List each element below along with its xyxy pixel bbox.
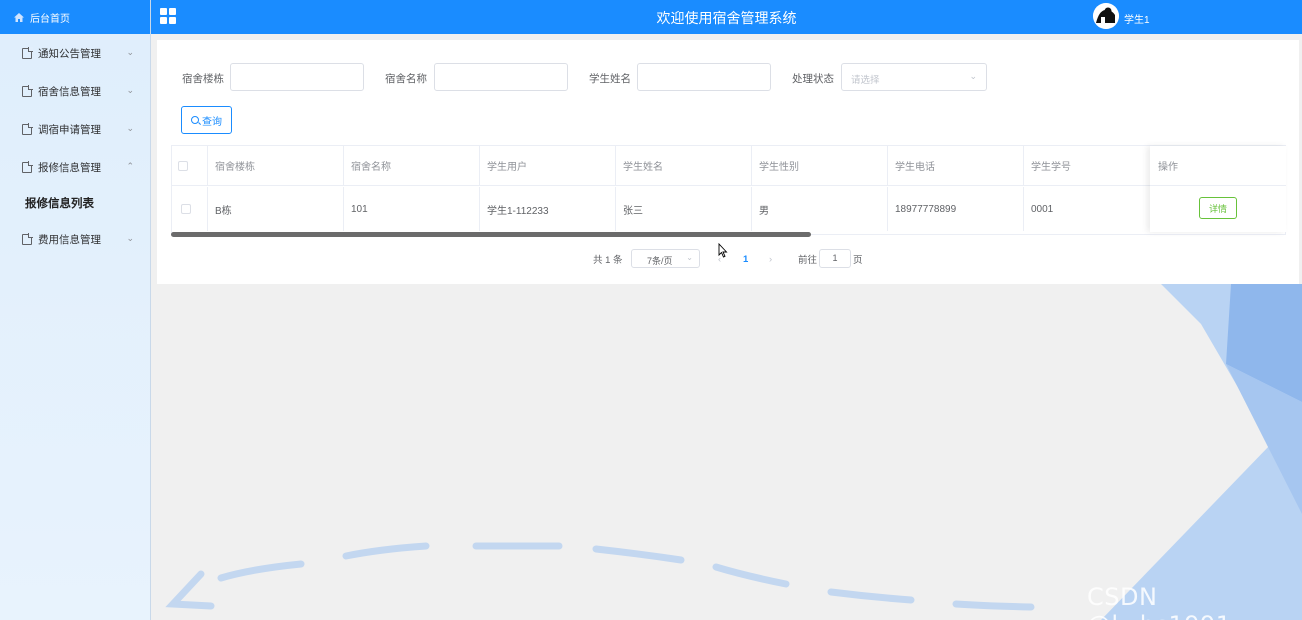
dorm-name-input[interactable] [434, 63, 568, 91]
query-button[interactable]: 查询 [181, 106, 232, 134]
cell-dorm-name: 101 [344, 187, 480, 231]
header-student-user: 学生用户 [480, 146, 616, 185]
chevron-down-icon: ⌄ [126, 123, 134, 133]
header-student-gender: 学生性别 [752, 146, 888, 185]
cell-building: B栋 [208, 187, 344, 231]
next-page-icon[interactable]: › [769, 250, 772, 268]
sidebar-item-repair[interactable]: 报修信息管理 ⌃ [0, 148, 150, 186]
top-header: 欢迎使用宿舍管理系统 学生1 [151, 0, 1302, 34]
goto-page-input[interactable]: 1 [819, 249, 851, 268]
actions-column: 操作 详情 [1150, 146, 1286, 232]
building-input[interactable] [230, 63, 364, 91]
header-student-name: 学生姓名 [616, 146, 752, 185]
table-header: 宿舍楼栋 宿舍名称 学生用户 学生姓名 学生性别 学生电话 学生学号 [172, 146, 1285, 186]
horizontal-scrollbar[interactable] [171, 232, 811, 237]
sidebar-item-label: 调宿申请管理 [38, 123, 101, 136]
detail-button[interactable]: 详情 [1199, 197, 1237, 219]
sidebar-item-transfer[interactable]: 调宿申请管理 ⌄ [0, 110, 150, 148]
avatar[interactable] [1093, 3, 1119, 29]
document-icon [22, 160, 33, 173]
chevron-down-icon: ⌄ [126, 85, 134, 95]
sidebar: 后台首页 通知公告管理 ⌄ 宿舍信息管理 ⌄ 调宿申请管理 ⌄ 报修信息管理 ⌃… [0, 0, 151, 620]
search-icon [191, 116, 199, 124]
page-suffix: 页 [853, 255, 863, 266]
cell-student-phone: 18977778899 [888, 187, 1024, 231]
header-building: 宿舍楼栋 [208, 146, 344, 185]
chevron-up-icon: ⌃ [126, 161, 134, 171]
sidebar-item-dorm[interactable]: 宿舍信息管理 ⌄ [0, 72, 150, 110]
page-size-value: 7条/页 [647, 256, 673, 266]
status-label: 处理状态 [792, 73, 834, 85]
goto-label: 前往 [798, 255, 818, 266]
document-icon [22, 122, 33, 135]
content-panel: 宿舍楼栋 宿舍名称 学生姓名 处理状态 请选择 ⌄ 查询 宿舍楼栋 宿舍名称 学… [157, 40, 1299, 284]
mouse-cursor-icon [718, 243, 728, 258]
status-select[interactable]: 请选择 ⌄ [841, 63, 987, 91]
select-all-checkbox[interactable] [178, 160, 188, 171]
data-table: 宿舍楼栋 宿舍名称 学生用户 学生姓名 学生性别 学生电话 学生学号 B栋 10… [171, 145, 1286, 235]
header-student-phone: 学生电话 [888, 146, 1024, 185]
sidebar-home-label: 后台首页 [30, 13, 70, 25]
chevron-down-icon: ⌄ [969, 71, 977, 81]
user-name[interactable]: 学生1 [1124, 11, 1150, 26]
page-size-select[interactable]: 7条/页 ⌄ [631, 249, 700, 268]
chevron-down-icon: ⌄ [686, 253, 693, 262]
sidebar-item-label: 报修信息管理 [38, 161, 101, 174]
page-number-current[interactable]: 1 [743, 250, 748, 268]
building-label: 宿舍楼栋 [182, 73, 224, 85]
chevron-down-icon: ⌄ [126, 233, 134, 243]
pagination-total: 共 1 条 [593, 255, 623, 266]
dorm-name-label: 宿舍名称 [385, 73, 427, 85]
status-placeholder: 请选择 [851, 75, 880, 86]
header-dorm-name: 宿舍名称 [344, 146, 480, 185]
cell-student-gender: 男 [752, 187, 888, 231]
query-button-label: 查询 [202, 116, 222, 128]
header-actions: 操作 [1150, 146, 1286, 186]
sidebar-subitem-repair-list[interactable]: 报修信息列表 [0, 186, 150, 220]
select-all-checkbox-cell [172, 146, 208, 185]
cell-student-user: 学生1-112233 [480, 187, 616, 231]
row-checkbox[interactable] [181, 204, 191, 214]
home-icon [14, 12, 24, 22]
cell-student-name: 张三 [616, 187, 752, 231]
table-row: B栋 101 学生1-112233 张三 男 18977778899 0001 [172, 187, 1285, 231]
chevron-down-icon: ⌄ [126, 47, 134, 57]
document-icon [22, 46, 33, 59]
sidebar-item-fees[interactable]: 费用信息管理 ⌄ [0, 220, 150, 258]
row-checkbox-cell [172, 187, 208, 231]
student-name-label: 学生姓名 [589, 73, 631, 85]
sidebar-item-label: 通知公告管理 [38, 47, 101, 60]
sidebar-item-label: 宿舍信息管理 [38, 85, 101, 98]
actions-cell: 详情 [1150, 186, 1286, 230]
sidebar-home[interactable]: 后台首页 [0, 0, 150, 34]
sidebar-item-notice[interactable]: 通知公告管理 ⌄ [0, 34, 150, 72]
student-name-input[interactable] [637, 63, 771, 91]
background-decoration [165, 284, 1302, 620]
sidebar-item-label: 费用信息管理 [38, 233, 101, 246]
avatar-image [1093, 3, 1119, 29]
document-icon [22, 84, 33, 97]
document-icon [22, 232, 33, 245]
watermark: CSDN @kybs1991 [1087, 583, 1231, 620]
